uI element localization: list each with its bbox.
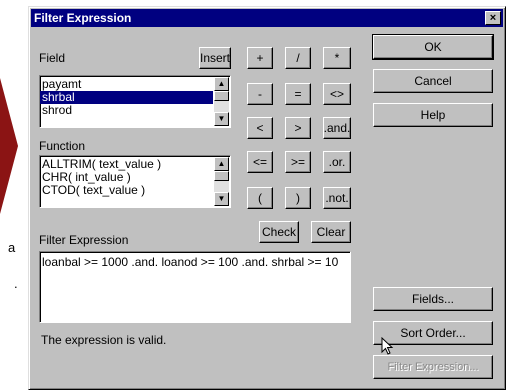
help-button[interactable]: Help [373,103,493,127]
filter-expression-dialog: Filter Expression × Field Insert payamt … [28,6,506,390]
operator-greater-equal-button[interactable]: >= [285,151,311,173]
operator-label: <> [329,87,344,101]
operator-multiply-button[interactable]: * [323,47,351,69]
field-list[interactable]: payamt shrbal shrod ▲ ▼ [39,75,231,128]
operator-left-paren-button[interactable]: ( [247,187,273,209]
scroll-down-icon[interactable]: ▼ [214,192,229,206]
operator-not-button[interactable]: .not. [323,187,351,209]
ok-button-label: OK [424,40,442,54]
operator-right-paren-button[interactable]: ) [285,187,311,209]
operator-label: - [258,87,262,101]
operator-label: .or. [328,155,346,169]
filter-expression-button-label: Filter Expression... [387,361,479,373]
field-label: Field [39,51,66,65]
operator-equals-button[interactable]: = [285,83,311,105]
operator-label: .not. [325,191,349,205]
scroll-up-icon[interactable]: ▲ [214,157,229,171]
filter-expression-button[interactable]: Filter Expression... [373,355,493,379]
mouse-pointer-icon [381,337,394,355]
check-button[interactable]: Check [259,221,299,243]
function-label: Function [39,139,86,153]
function-list-item[interactable]: ALLTRIM( text_value ) [40,158,213,171]
close-button[interactable]: × [485,11,501,25]
operator-greater-than-button[interactable]: > [285,117,311,139]
clear-button[interactable]: Clear [311,221,351,243]
field-list-item[interactable]: payamt [40,78,213,91]
operator-less-than-button[interactable]: < [247,117,273,139]
scroll-up-icon[interactable]: ▲ [214,77,229,91]
operator-divide-button[interactable]: / [285,47,311,69]
operator-label: ) [296,191,300,205]
operator-label: ( [258,191,262,205]
ok-button[interactable]: OK [372,34,494,60]
insert-button-label: Insert [200,51,231,65]
operator-label: .and. [323,121,351,135]
field-list-item[interactable]: shrod [40,104,213,117]
operator-minus-button[interactable]: - [247,83,273,105]
operator-less-equal-button[interactable]: <= [247,151,273,173]
background-text: a [8,240,16,255]
fields-button[interactable]: Fields... [373,287,493,311]
status-text: The expression is valid. [41,333,167,347]
insert-button[interactable]: Insert [199,47,231,69]
operator-plus-button[interactable]: + [247,47,273,69]
sort-order-button-label: Sort Order... [400,326,466,340]
filter-expression-text: loanbal >= 1000 .and. loanod >= 100 .and… [42,255,339,269]
check-button-label: Check [261,225,296,239]
cancel-button-label: Cancel [414,74,452,88]
close-icon: × [489,12,497,24]
operator-not-equal-button[interactable]: <> [323,83,351,105]
dialog-title: Filter Expression [34,11,132,25]
filter-expression-textarea[interactable]: loanbal >= 1000 .and. loanod >= 100 .and… [39,251,351,323]
operator-label: >= [290,155,305,169]
operator-or-button[interactable]: .or. [323,151,351,173]
clear-button-label: Clear [316,225,346,239]
scroll-down-icon[interactable]: ▼ [214,112,229,126]
field-list-item-selected[interactable]: shrbal [40,91,213,104]
operator-label: < [256,121,264,135]
background-text-dot: . [14,276,18,291]
filter-expression-label: Filter Expression [39,233,129,247]
scroll-thumb[interactable] [214,171,229,181]
operator-label: > [294,121,302,135]
scroll-thumb[interactable] [214,91,229,101]
operator-label: = [294,87,302,101]
function-list[interactable]: ALLTRIM( text_value ) CHR( int_value ) C… [39,155,231,208]
title-bar[interactable]: Filter Expression × [31,9,503,27]
operator-label: * [334,51,340,65]
field-list-scrollbar[interactable]: ▲ ▼ [214,77,229,126]
operator-label: <= [252,155,267,169]
operator-label: / [296,51,300,65]
function-list-item[interactable]: CTOD( text_value ) [40,184,213,197]
function-list-scrollbar[interactable]: ▲ ▼ [214,157,229,206]
help-button-label: Help [420,108,446,122]
fields-button-label: Fields... [411,292,454,306]
function-list-item[interactable]: CHR( int_value ) [40,171,213,184]
cancel-button[interactable]: Cancel [373,69,493,93]
operator-and-button[interactable]: .and. [323,117,351,139]
background-arrow-shape [0,78,18,214]
operator-label: + [256,51,264,65]
